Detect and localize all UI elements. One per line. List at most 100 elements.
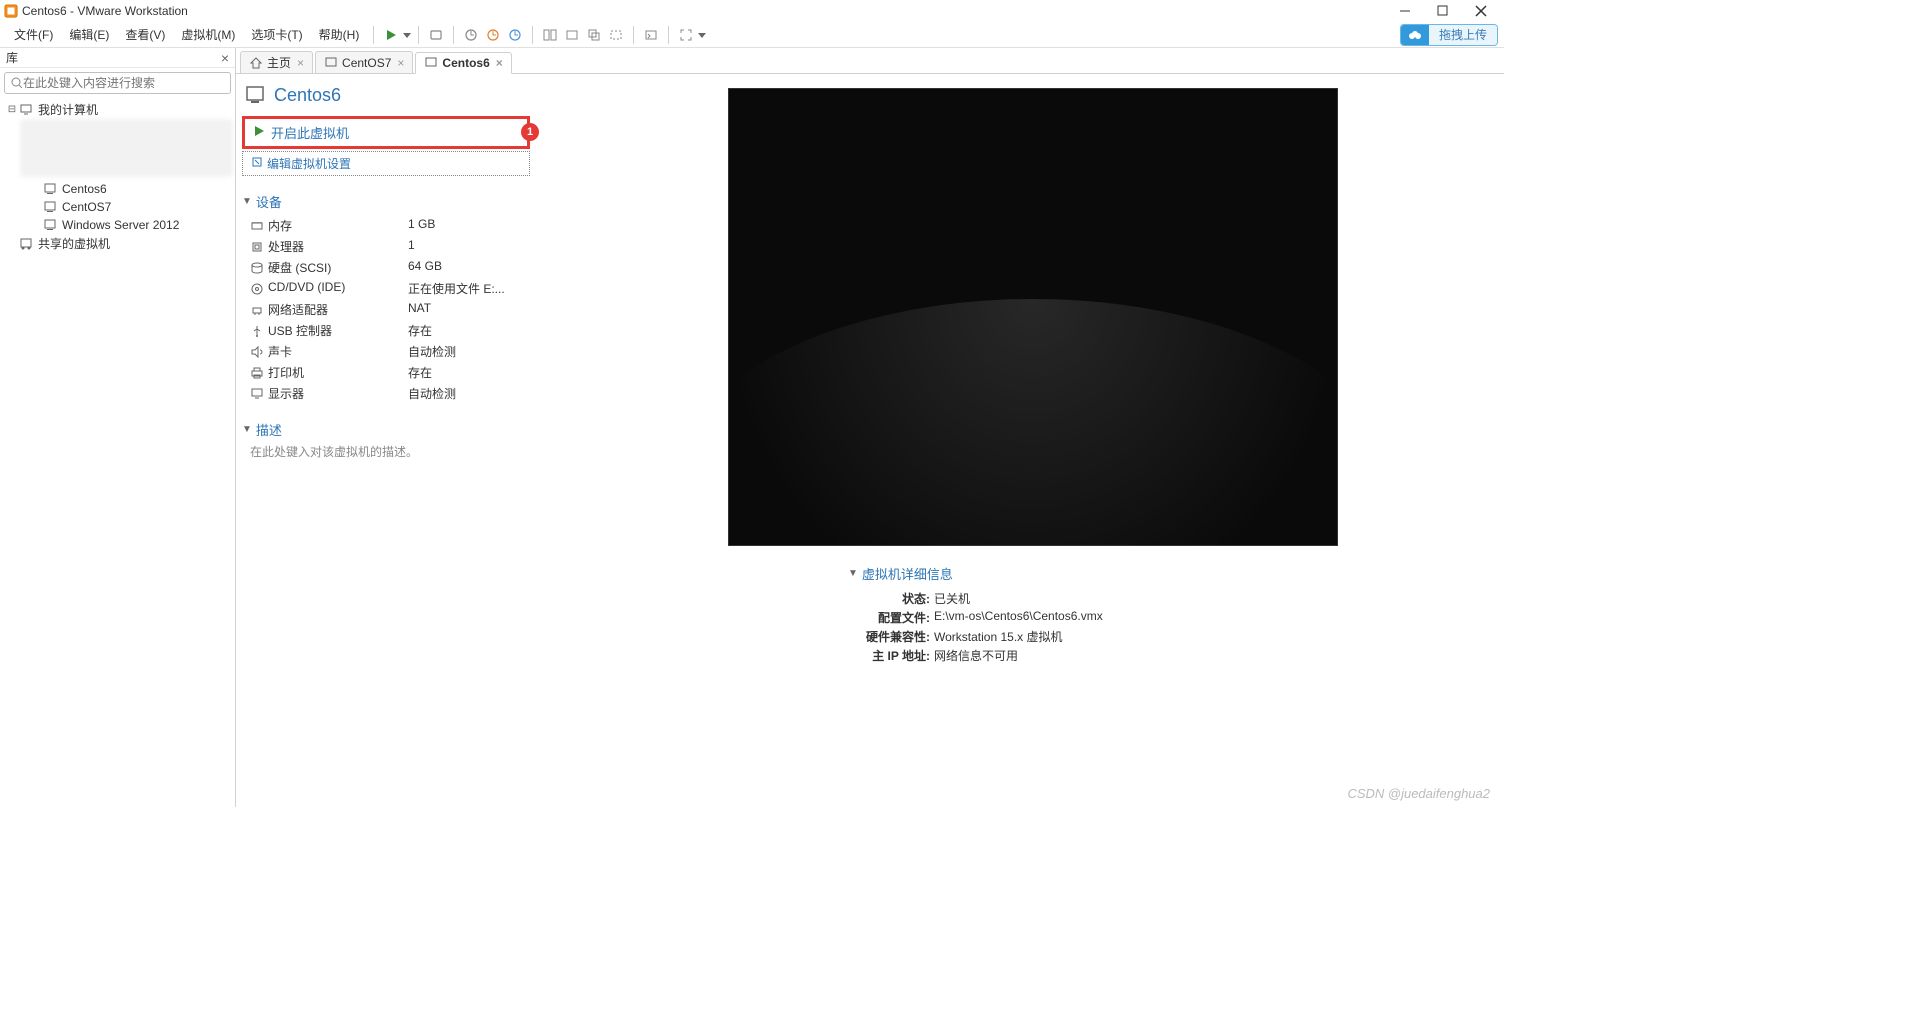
play-dropdown[interactable] (402, 31, 412, 39)
library-tree: ⊟ 我的计算机 Centos6 CentOS7 Windows Server 2… (0, 98, 235, 807)
toolbar-snapshot-button[interactable] (460, 24, 482, 46)
window-title: Centos6 - VMware Workstation (22, 4, 1392, 18)
edit-icon (251, 156, 263, 171)
menu-tabs[interactable]: 选项卡(T) (243, 24, 310, 45)
device-value: 64 GB (408, 259, 530, 276)
vm-info-header[interactable]: ▼ 虚拟机详细信息 (848, 564, 1492, 583)
device-row[interactable]: 显示器 自动检测 (242, 383, 530, 404)
caret-down-icon: ▼ (848, 568, 858, 579)
vm-info-row: 主 IP 地址: 网络信息不可用 (848, 646, 1492, 665)
printer-icon (250, 364, 268, 381)
toolbar-play-button[interactable] (380, 24, 402, 46)
disk-icon (250, 259, 268, 276)
toolbar-single-view-button[interactable] (561, 24, 583, 46)
upload-cloud-icon (1401, 25, 1429, 45)
memory-icon (250, 217, 268, 234)
device-row[interactable]: 处理器 1 (242, 236, 530, 257)
tree-item-centos7[interactable]: CentOS7 (38, 198, 233, 216)
tree-item-label: Windows Server 2012 (62, 218, 179, 232)
computer-icon (18, 102, 34, 118)
shared-icon (18, 236, 34, 252)
device-label: USB 控制器 (268, 322, 408, 339)
toolbar-console-button[interactable] (640, 24, 662, 46)
toolbar-unity-button[interactable] (583, 24, 605, 46)
search-icon (11, 77, 23, 89)
devices-header-label: 设备 (256, 192, 282, 211)
device-value: 1 (408, 238, 530, 255)
minimize-button[interactable] (1392, 2, 1418, 20)
vm-info-row: 状态: 已关机 (848, 589, 1492, 608)
vm-info-value: E:\vm-os\Centos6\Centos6.vmx (934, 609, 1103, 626)
power-on-label: 开启此虚拟机 (271, 123, 349, 142)
menubar: 文件(F) 编辑(E) 查看(V) 虚拟机(M) 选项卡(T) 帮助(H) 拖拽… (0, 22, 1504, 48)
home-icon (249, 56, 263, 70)
library-search-input[interactable] (23, 76, 224, 90)
tree-item-label: CentOS7 (62, 200, 111, 214)
tab-home[interactable]: 主页 × (240, 51, 313, 73)
device-row[interactable]: 声卡 自动检测 (242, 341, 530, 362)
device-row[interactable]: 网络适配器 NAT (242, 299, 530, 320)
vm-title-icon (244, 84, 266, 106)
tree-root-mycomputer[interactable]: ⊟ 我的计算机 (2, 100, 233, 119)
tab-close-button[interactable]: × (397, 56, 404, 70)
device-row[interactable]: 内存 1 GB (242, 215, 530, 236)
toolbar-fullscreen-button[interactable] (605, 24, 627, 46)
tab-centos7[interactable]: CentOS7 × (315, 51, 413, 73)
device-row[interactable]: 硬盘 (SCSI) 64 GB (242, 257, 530, 278)
description-section-header[interactable]: ▼ 描述 (242, 420, 530, 439)
maximize-button[interactable] (1430, 2, 1456, 20)
library-close-button[interactable]: × (221, 50, 229, 66)
vm-info-label: 配置文件: (848, 609, 930, 626)
toolbar-revert-button[interactable] (482, 24, 504, 46)
upload-badge[interactable]: 拖拽上传 (1400, 24, 1498, 46)
tree-collapse-icon[interactable]: ⊟ (6, 104, 18, 115)
display-icon (250, 385, 268, 402)
vm-info-row: 硬件兼容性: Workstation 15.x 虚拟机 (848, 627, 1492, 646)
blurred-items (20, 119, 233, 177)
device-row[interactable]: USB 控制器 存在 (242, 320, 530, 341)
tab-close-button[interactable]: × (297, 56, 304, 70)
tab-close-button[interactable]: × (496, 56, 503, 70)
menu-vm[interactable]: 虚拟机(M) (173, 24, 243, 45)
tree-shared-label: 共享的虚拟机 (38, 235, 110, 252)
device-label: 内存 (268, 217, 408, 234)
tree-root-label: 我的计算机 (38, 101, 98, 118)
device-label: 显示器 (268, 385, 408, 402)
vm-info-label: 硬件兼容性: (848, 628, 930, 645)
device-row[interactable]: 打印机 存在 (242, 362, 530, 383)
device-label: 网络适配器 (268, 301, 408, 318)
cpu-icon (250, 238, 268, 255)
app-icon (4, 4, 18, 18)
menu-help[interactable]: 帮助(H) (311, 24, 368, 45)
toolbar-stretch-button[interactable] (675, 24, 697, 46)
device-value: 自动检测 (408, 343, 530, 360)
toolbar-thumbnail-view-button[interactable] (539, 24, 561, 46)
device-label: CD/DVD (IDE) (268, 280, 408, 297)
library-search[interactable] (4, 72, 231, 94)
description-placeholder[interactable]: 在此处键入对该虚拟机的描述。 (242, 443, 530, 460)
device-label: 处理器 (268, 238, 408, 255)
vm-preview-screen[interactable] (728, 88, 1338, 546)
power-on-button[interactable]: 开启此虚拟机 (245, 119, 527, 146)
toolbar-snapshot-manager-button[interactable] (504, 24, 526, 46)
device-row[interactable]: CD/DVD (IDE) 正在使用文件 E:... (242, 278, 530, 299)
menu-view[interactable]: 查看(V) (117, 24, 173, 45)
edit-settings-button[interactable]: 编辑虚拟机设置 (242, 151, 530, 176)
toolbar-suspend-button[interactable] (425, 24, 447, 46)
vm-info-label: 状态: (848, 590, 930, 607)
devices-section-header[interactable]: ▼ 设备 (242, 192, 530, 211)
tab-centos6[interactable]: Centos6 × (415, 52, 511, 74)
tree-item-centos6[interactable]: Centos6 (38, 180, 233, 198)
vm-info-value: 已关机 (934, 590, 970, 607)
tree-shared-vms[interactable]: 共享的虚拟机 (2, 234, 233, 253)
close-button[interactable] (1468, 2, 1494, 20)
menu-file[interactable]: 文件(F) (6, 24, 61, 45)
vm-title: Centos6 (242, 84, 530, 106)
device-value: 1 GB (408, 217, 530, 234)
vm-info-row: 配置文件: E:\vm-os\Centos6\Centos6.vmx (848, 608, 1492, 627)
device-value: 存在 (408, 322, 530, 339)
menu-edit[interactable]: 编辑(E) (61, 24, 117, 45)
device-value: 自动检测 (408, 385, 530, 402)
tree-item-winserver2012[interactable]: Windows Server 2012 (38, 216, 233, 234)
stretch-dropdown[interactable] (697, 31, 707, 39)
